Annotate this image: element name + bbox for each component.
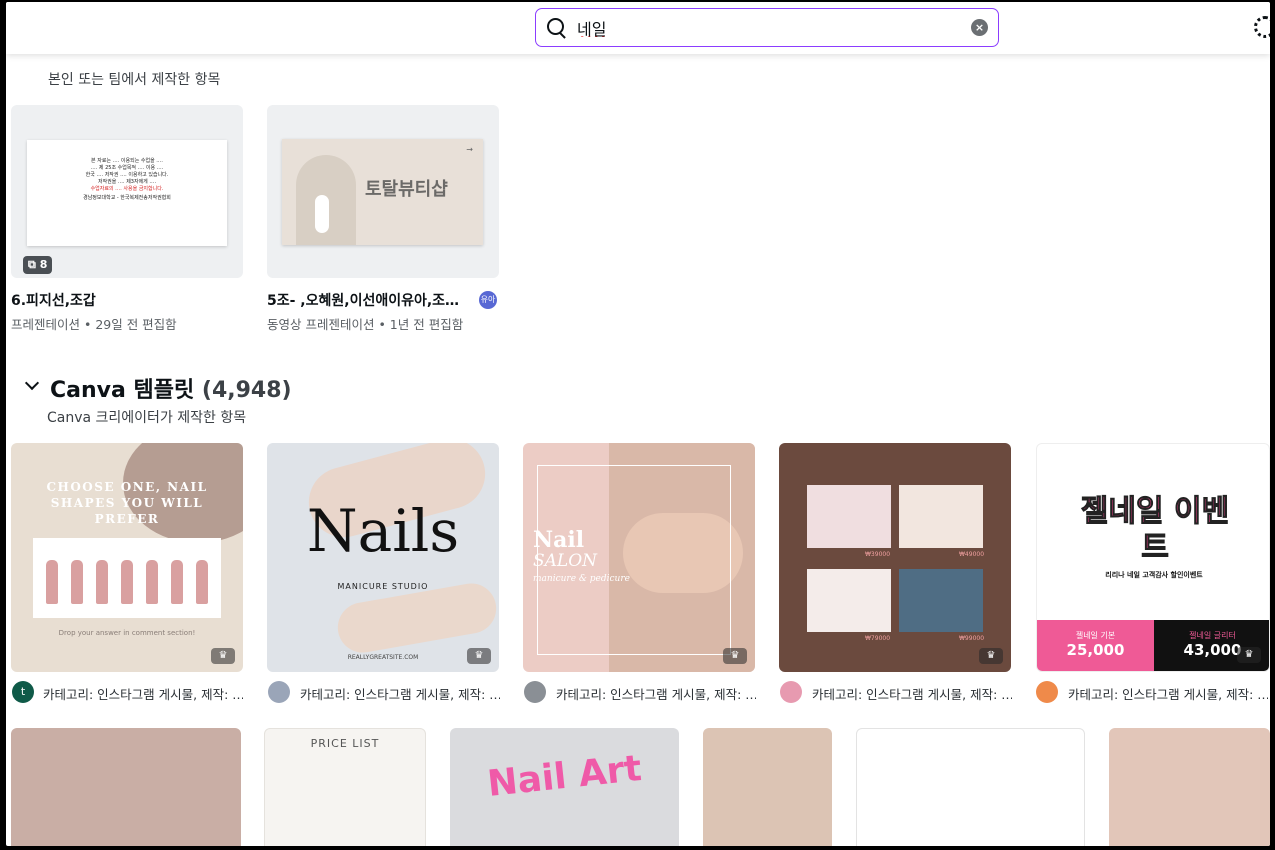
settings-gear-icon[interactable] — [1254, 16, 1270, 38]
design-title[interactable]: 6.피지선,조갑 — [11, 290, 96, 310]
thumb-line: 경남정보대학교 - 한국복제전송저작권협회 — [83, 195, 171, 201]
photo-tile — [807, 485, 891, 548]
thumb-line: 저작권을 ‥‥ 제3자에게 ‥‥ — [97, 179, 157, 185]
template-thumb-sub: 리리나 네일 고객감사 할인이벤트 — [1105, 571, 1203, 579]
thumb-line: ‥‥ 제 25조 수업목적 ‥‥ 이용 ‥‥ — [90, 165, 164, 171]
creator-avatar[interactable] — [524, 681, 546, 703]
search-box[interactable]: × — [535, 8, 999, 47]
template-thumb-sub2: manicure & pedicure — [533, 574, 630, 584]
page-count-badge: ⧉ 8 — [23, 256, 53, 274]
template-card[interactable]: 젤네일 이벤트 리리나 네일 고객감사 할인이벤트 젤네일 기본 25,000 … — [1036, 443, 1270, 672]
templates-section-subtitle: Canva 크리에이터가 제작한 항목 — [47, 410, 247, 426]
template-card[interactable] — [1109, 728, 1270, 846]
owned-section-subtitle: 본인 또는 팀에서 제작한 항목 — [48, 72, 221, 88]
crown-premium-icon: ♛ — [1237, 647, 1261, 663]
creator-avatar[interactable] — [780, 681, 802, 703]
search-icon — [546, 17, 568, 39]
creator-avatar[interactable]: t — [12, 681, 34, 703]
design-meta: 동영상 프레젠테이션 • 1년 전 편집함 — [267, 317, 464, 332]
photo-tile — [899, 485, 983, 548]
price-label: ₩79000 — [865, 635, 891, 642]
template-thumb-sub: SALON — [533, 551, 598, 571]
template-card[interactable] — [11, 728, 241, 846]
template-meta: 카테고리: 인스타그램 게시물, 제작: … — [556, 687, 756, 702]
vase-decor — [315, 195, 329, 233]
template-meta: 카테고리: 인스타그램 게시물, 제작: … — [1068, 687, 1268, 702]
template-thumb-sub: Drop your answer in comment section! — [58, 629, 196, 637]
owner-avatar: 유아 — [479, 291, 497, 309]
app-window: × 본인 또는 팀에서 제작한 항목 본 자료는 ‥‥ 이용되는 수업을 ‥‥ … — [6, 2, 1270, 846]
crown-premium-icon: ♛ — [467, 648, 491, 664]
crown-premium-icon: ♛ — [979, 648, 1003, 664]
template-thumb-title: Nail Art — [485, 748, 644, 805]
photo-tile — [807, 569, 891, 632]
template-card[interactable]: PRICE LIST — [264, 728, 426, 846]
template-card[interactable]: ₩39000 ₩49000 ₩79000 ₩99000 ♛ — [779, 443, 1011, 672]
top-bar: × — [6, 2, 1270, 54]
template-card[interactable]: Nail SALON manicure & pedicure ♛ — [523, 443, 755, 672]
clear-search-icon[interactable]: × — [971, 19, 988, 36]
price-value: 25,000 — [1066, 641, 1125, 659]
thumb-title: 토탈뷰티샵 — [365, 179, 448, 200]
collapse-chevron-icon[interactable] — [24, 375, 40, 391]
template-card[interactable]: Nail Art — [450, 728, 679, 846]
nail-shapes-strip — [33, 538, 221, 618]
template-thumb-sub2: REALLYGREATSITE.COM — [347, 654, 419, 661]
template-card[interactable] — [856, 728, 1085, 846]
design-card[interactable]: 토탈뷰티샵 → — [267, 105, 499, 278]
templates-title-text: Canva 템플릿 — [50, 378, 195, 403]
design-title[interactable]: 5조- ,오혜원,이선애이유아,조… — [267, 290, 459, 310]
template-thumb-title: PRICE LIST — [310, 737, 380, 750]
photo-tile — [899, 569, 983, 632]
crown-premium-icon: ♛ — [211, 648, 235, 664]
template-thumb-title: 젤네일 이벤트 — [1080, 494, 1230, 566]
design-thumbnail: 토탈뷰티샵 → — [282, 139, 483, 245]
design-thumbnail: 본 자료는 ‥‥ 이용되는 수업을 ‥‥ ‥‥ 제 25조 수업목적 ‥‥ 이용… — [27, 140, 227, 246]
arrow-icon: → — [466, 145, 473, 154]
price-box-pink: 젤네일 기본 25,000 — [1037, 620, 1154, 671]
template-meta: 카테고리: 인스타그램 게시물, 제작: … — [43, 687, 243, 702]
template-meta: 카테고리: 인스타그램 게시물, 제작: … — [300, 687, 500, 702]
template-thumb-title: Nail — [533, 527, 585, 553]
thumb-line: 수업자료의 ‥‥ 사용을 금지합니다. — [90, 186, 164, 192]
price-label: 젤네일 기본 — [1075, 631, 1116, 640]
design-meta: 프레젠테이션 • 29일 전 편집함 — [11, 317, 177, 332]
search-input[interactable] — [577, 18, 947, 37]
hand-photo-decor-2 — [333, 579, 499, 657]
template-card[interactable]: Nails MANICURE STUDIO REALLYGREATSITE.CO… — [267, 443, 499, 672]
crown-premium-icon: ♛ — [723, 648, 747, 664]
price-label: ₩99000 — [959, 635, 985, 642]
page-count: 8 — [39, 258, 48, 271]
thumb-line: 본 자료는 ‥‥ 이용되는 수업을 ‥‥ — [91, 158, 163, 164]
price-box-black: 젤네일 글리터 43,000 — [1154, 620, 1269, 671]
design-card[interactable]: 본 자료는 ‥‥ 이용되는 수업을 ‥‥ ‥‥ 제 25조 수업목적 ‥‥ 이용… — [11, 105, 243, 278]
template-thumb-title: CHOOSE ONE, NAIL SHAPES YOU WILL PREFER — [46, 480, 208, 526]
template-meta: 카테고리: 인스타그램 게시물, 제작: … — [812, 687, 1012, 702]
templates-section-title: Canva 템플릿 (4,948) — [50, 372, 292, 404]
template-thumb-sub: MANICURE STUDIO — [337, 582, 429, 591]
template-card[interactable]: CHOOSE ONE, NAIL SHAPES YOU WILL PREFER … — [11, 443, 243, 672]
thumb-line: 한국 ‥‥ 저작권 ‥‥ 이용하고 있습니다. — [85, 172, 169, 178]
price-label: ₩49000 — [959, 551, 985, 558]
price-label: 젤네일 글리터 — [1189, 631, 1236, 640]
price-label: ₩39000 — [865, 551, 891, 558]
templates-count: (4,948) — [201, 378, 292, 403]
creator-avatar[interactable] — [1036, 681, 1058, 703]
template-thumb-title: Nails — [306, 497, 460, 565]
creator-avatar[interactable] — [268, 681, 290, 703]
template-card[interactable] — [703, 728, 832, 846]
